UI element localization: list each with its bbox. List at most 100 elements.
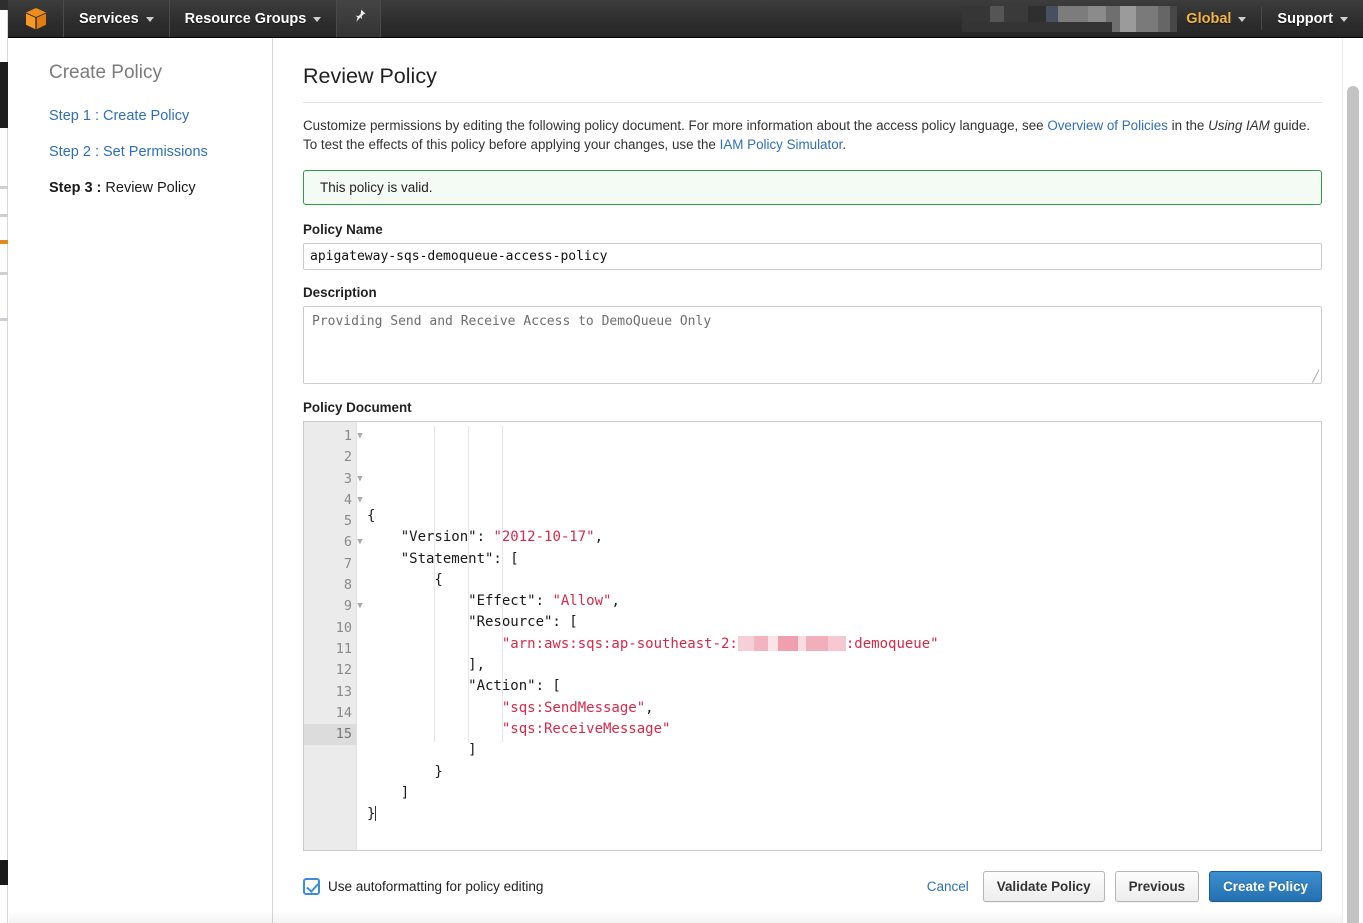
editor-line-number: 3▼ [304,469,356,490]
aws-cube-icon [23,6,49,32]
description-textarea[interactable]: Providing Send and Receive Access to Dem… [303,306,1322,384]
policy-name-label: Policy Name [303,222,1322,237]
pin-icon [351,8,367,29]
nav-services[interactable]: Services [64,0,170,37]
policy-document-editor[interactable]: 1▼23▼4▼56▼789▼101112131415 { "Version": … [303,421,1322,851]
cancel-button[interactable]: Cancel [927,879,969,894]
editor-line-number: 4▼ [304,490,356,511]
page-scrollbar-track[interactable] [1342,38,1363,923]
editor-line-number: 15 [304,724,356,745]
code-token: "Version": [367,529,493,545]
aws-logo[interactable] [8,0,64,37]
footer-buttons: Cancel Validate Policy Previous Create P… [927,871,1322,902]
intro-italic-using-iam: Using IAM [1208,118,1270,133]
editor-line-number: 13 [304,682,356,703]
editor-line-number: 12 [304,660,356,681]
intro-text-4: . [842,137,846,152]
code-token: , [611,593,619,609]
nav-region-label: Global [1186,11,1231,27]
editor-line-number: 8 [304,575,356,596]
editor-line-number: 2 [304,447,356,468]
code-token: } [367,806,375,822]
code-token: , [645,700,653,716]
sidebar-item-step-2[interactable]: Step 2 : Set Permissions [49,142,272,164]
account-name-redacted[interactable] [962,6,1177,32]
editor-line-number: 1▼ [304,426,356,447]
intro-text-1: Customize permissions by editing the fol… [303,118,1047,133]
editor-line-number: 9▼ [304,596,356,617]
sidebar-item-step-3-prefix: Step 3 : [49,180,101,196]
validation-message: This policy is valid. [320,180,433,195]
chevron-down-icon [146,17,154,22]
code-token: { [367,572,443,588]
editor-code-line: { [367,570,1321,591]
create-policy-button[interactable]: Create Policy [1209,871,1322,902]
editor-code-line: "sqs:ReceiveMessage" [367,719,1321,740]
editor-code-line: "Resource": [ [367,612,1321,633]
code-token: "Resource": [ [367,614,578,630]
page-scrollbar-thumb[interactable] [1347,86,1359,923]
chevron-down-icon [313,17,321,22]
editor-code-line: "Action": [ [367,676,1321,697]
validation-banner: This policy is valid. [303,170,1322,205]
policy-document-label: Policy Document [303,400,1322,415]
nav-support-label: Support [1277,11,1333,27]
code-token: ] [367,742,477,758]
editor-line-number-gutter: 1▼23▼4▼56▼789▼101112131415 [304,422,357,850]
code-string-token: "sqs:ReceiveMessage" [502,721,671,737]
code-string-token: "2012-10-17" [493,529,594,545]
intro-paragraph: Customize permissions by editing the fol… [303,117,1322,154]
code-token: { [367,508,375,524]
text-cursor [375,806,376,821]
autoformatting-label: Use autoformatting for policy editing [328,879,543,894]
editor-code-line: { [367,506,1321,527]
editor-code-line: ], [367,655,1321,676]
code-token: "Statement": [ [367,551,519,567]
policy-name-input[interactable]: apigateway-sqs-demoqueue-access-policy [303,243,1322,270]
description-label: Description [303,285,1322,300]
title-divider [303,102,1322,103]
sidebar-item-step-3: Step 3 : Review Policy [49,178,272,200]
editor-code-line: ] [367,740,1321,761]
top-navigation-bar: Services Resource Groups [8,0,1363,38]
background-window-strip [0,0,8,923]
code-token: ] [367,785,409,801]
editor-line-number: 5 [304,511,356,532]
validate-policy-button[interactable]: Validate Policy [983,871,1105,902]
nav-services-label: Services [79,11,139,27]
chevron-down-icon [1238,17,1246,22]
nav-region-selector[interactable]: Global [1171,0,1261,37]
code-token: "Action": [ [367,678,561,694]
editor-code-line: "Statement": [ [367,549,1321,570]
editor-line-number: 7 [304,554,356,575]
code-string-token: "sqs:SendMessage" [502,700,645,716]
iam-policy-simulator-link[interactable]: IAM Policy Simulator [720,137,843,152]
account-id-redacted [738,636,846,651]
editor-code-line: } [367,762,1321,783]
sidebar-item-step-3-label: Review Policy [101,180,195,196]
autoformatting-checkbox[interactable]: Use autoformatting for policy editing [303,878,543,895]
nav-support[interactable]: Support [1262,0,1363,37]
editor-line-number: 14 [304,703,356,724]
sidebar-item-step-1[interactable]: Step 1 : Create Policy [49,106,272,128]
nav-resource-groups-label: Resource Groups [185,11,307,27]
editor-code-line: "arn:aws:sqs:ap-southeast-2::demoqueue" [367,634,1321,655]
nav-resource-groups[interactable]: Resource Groups [170,0,338,37]
main-content: Review Policy Customize permissions by e… [274,38,1342,923]
code-token: "Effect": [367,593,552,609]
code-string-token: "Allow" [552,593,611,609]
resize-handle-icon[interactable]: ╱ [1312,371,1319,382]
previous-button[interactable]: Previous [1115,871,1200,902]
pin-shortcut-button[interactable] [337,0,381,37]
editor-line-number: 10 [304,618,356,639]
page-title: Review Policy [303,64,1322,89]
sidebar-title: Create Policy [49,62,272,84]
overview-of-policies-link[interactable]: Overview of Policies [1047,118,1168,133]
editor-line-number: 6▼ [304,532,356,553]
checkbox-checked-icon [303,878,320,895]
policy-name-value: apigateway-sqs-demoqueue-access-policy [310,249,607,264]
intro-text-2: in the [1168,118,1208,133]
wizard-sidebar: Create Policy Step 1 : Create Policy Ste… [9,38,273,923]
editor-code-area[interactable]: { "Version": "2012-10-17", "Statement": … [357,422,1321,850]
code-token: , [595,529,603,545]
